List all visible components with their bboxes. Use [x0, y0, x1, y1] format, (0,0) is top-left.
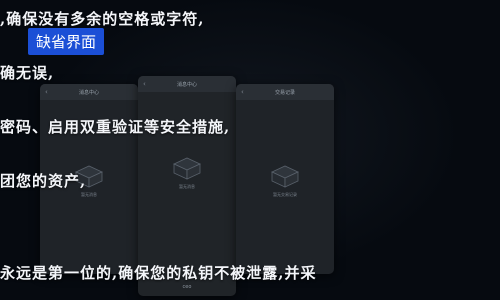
back-arrow-icon[interactable]: ‹ [45, 88, 48, 96]
back-arrow-icon[interactable]: ‹ [143, 80, 146, 88]
empty-box-icon [170, 154, 204, 180]
overlay-text-line-4: 团您的资产, [0, 172, 87, 190]
overlay-text-line-2: 确无误, [0, 64, 55, 82]
phone-header: ‹ 消息中心 [138, 76, 236, 92]
phone-title: 消息中心 [176, 81, 197, 88]
phone-title: 消息中心 [78, 89, 99, 96]
phone-header: ‹ 消息中心 [40, 84, 138, 100]
empty-state-text: 暂无消息 [81, 192, 97, 197]
phone-mockup-right: ‹ 交易记录 暂无交易记录 [236, 84, 334, 274]
overlay-text-line-1: ,确保没有多余的空格或字符, [0, 10, 205, 28]
phone-header: ‹ 交易记录 [236, 84, 334, 100]
default-screen-badge: 缺省界面 [28, 28, 105, 55]
phone-title: 交易记录 [274, 89, 295, 96]
back-arrow-icon[interactable]: ‹ [241, 88, 244, 96]
empty-box-icon [268, 162, 302, 188]
empty-state-text: 暂无交易记录 [273, 192, 297, 197]
bottom-tag: ceo [182, 284, 192, 290]
empty-state-text: 暂无消息 [179, 184, 195, 189]
overlay-text-line-3: 密码、启用双重验证等安全措施, [0, 118, 231, 136]
overlay-text-line-5: 永远是第一位的,确保您的私钥不被泄露,并采 [0, 264, 317, 282]
